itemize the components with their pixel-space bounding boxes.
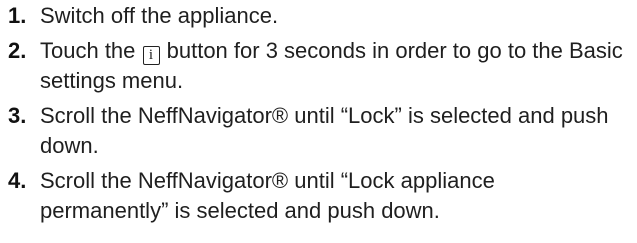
step-number: 2.	[8, 38, 27, 63]
step-item: 1. Switch off the appliance.	[8, 1, 628, 31]
instruction-steps-list: 1. Switch off the appliance. 2. Touch th…	[8, 0, 628, 226]
step-number: 4.	[8, 168, 27, 193]
step-text: Scroll the NeffNavigator® until “Lock ap…	[40, 168, 495, 223]
step-text-before: Touch the	[40, 38, 142, 63]
step-item: 4. Scroll the NeffNavigator® until “Lock…	[8, 166, 628, 226]
info-key-icon: i	[142, 46, 160, 65]
step-number: 1.	[8, 3, 27, 28]
step-text: Scroll the NeffNavigator® until “Lock” i…	[40, 103, 609, 158]
step-number: 3.	[8, 103, 27, 128]
instruction-page: 1. Switch off the appliance. 2. Touch th…	[0, 0, 637, 243]
step-item: 3. Scroll the NeffNavigator® until “Lock…	[8, 101, 628, 161]
step-item: 2. Touch the i button for 3 seconds in o…	[8, 36, 628, 96]
step-text: Switch off the appliance.	[40, 3, 279, 28]
